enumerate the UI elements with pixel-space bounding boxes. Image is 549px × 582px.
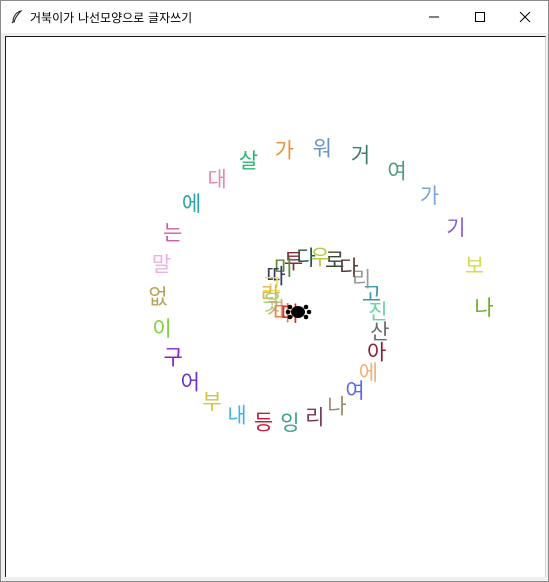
spiral-glyph: 등 (254, 410, 273, 434)
turtle-icon (285, 304, 312, 320)
spiral-glyph: 여 (387, 159, 406, 183)
spiral-glyph: 대 (208, 167, 227, 191)
close-icon (519, 11, 531, 23)
title-bar[interactable]: 거북이가 나선모양으로 글자쓰기 (1, 1, 548, 33)
app-window: 거북이가 나선모양으로 글자쓰기 나보기가여거워가살대에는말없이구어부내등잉리나… (0, 0, 549, 582)
spiral-glyph: 부 (202, 390, 221, 414)
spiral-glyph: 워 (313, 137, 332, 161)
maximize-icon (475, 12, 485, 22)
spiral-glyph: 보 (465, 254, 484, 278)
spiral-glyph: 는 (163, 221, 182, 245)
spiral-glyph: 거 (351, 143, 370, 167)
minimize-button[interactable] (411, 1, 457, 33)
spiral-glyph: 나 (327, 394, 346, 418)
spiral-glyph: 말 (152, 253, 171, 277)
spiral-glyph: 없 (148, 285, 167, 309)
spiral-glyph: 구 (164, 346, 183, 370)
spiral-glyph: 가 (420, 184, 439, 208)
spiral-drawing: 나보기가여거워가살대에는말없이구어부내 등 잉 리 나여에아산진고리다로우다투미따고라웃… (148, 137, 493, 435)
feather-icon (11, 10, 23, 24)
window-title: 거북이가 나선모양으로 글자쓰기 (30, 11, 193, 25)
spiral-glyph: 살 (239, 149, 258, 173)
spiral-glyph: 이 (152, 317, 171, 341)
maximize-button[interactable] (457, 1, 503, 33)
spiral-glyph: 잉 (280, 411, 299, 435)
close-button[interactable] (502, 1, 548, 33)
spiral-glyph: 리 (305, 405, 324, 429)
spiral-glyph: 가 (275, 139, 294, 163)
drawing-canvas[interactable]: 나보기가여거워가살대에는말없이구어부내등잉리나여에아산진고리다로우다투미따고라웃… (5, 36, 546, 577)
spiral-glyph: 기 (446, 216, 465, 240)
spiral-glyph: 내 (227, 403, 246, 427)
spiral-glyph: 어 (181, 371, 200, 395)
minimize-icon (429, 16, 439, 18)
spiral-glyph: 아 (367, 341, 386, 365)
spiral-glyph: 나 (474, 296, 493, 320)
spiral-glyph: 에 (182, 192, 201, 216)
